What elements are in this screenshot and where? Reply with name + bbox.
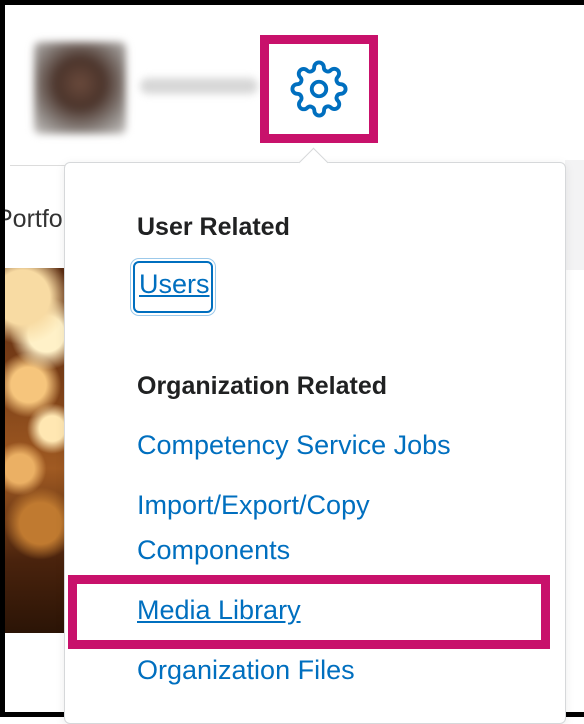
settings-button[interactable] <box>278 53 360 125</box>
portfolio-tab-partial[interactable]: Portfolio <box>5 205 64 234</box>
background-page-right <box>565 160 584 270</box>
organization-related-heading: Organization Related <box>137 372 388 400</box>
media-library-row[interactable]: Media Library <box>77 584 541 640</box>
background-page-left: Portfolio <box>5 160 64 717</box>
users-link-focus-ring[interactable]: Users <box>133 261 213 313</box>
users-link[interactable]: Users <box>139 269 210 300</box>
user-name-blurred[interactable] <box>140 78 258 94</box>
import-export-line2: Components <box>137 535 291 565</box>
import-export-line1: Import/Export/Copy <box>137 490 370 520</box>
gear-icon <box>290 60 348 118</box>
avatar[interactable] <box>34 42 126 134</box>
user-related-heading: User Related <box>137 213 290 241</box>
competency-service-jobs-link[interactable]: Competency Service Jobs <box>137 430 451 461</box>
banner-image <box>5 268 64 633</box>
gear-annotation-highlight <box>260 35 378 143</box>
import-export-copy-link[interactable]: Import/Export/Copy <box>137 490 370 521</box>
import-export-copy-link-line2[interactable]: Components <box>137 535 290 566</box>
media-library-link[interactable]: Media Library <box>137 595 301 626</box>
top-navbar <box>10 10 584 166</box>
media-library-annotation-highlight: Media Library <box>68 575 550 649</box>
organization-files-link[interactable]: Organization Files <box>137 655 355 686</box>
